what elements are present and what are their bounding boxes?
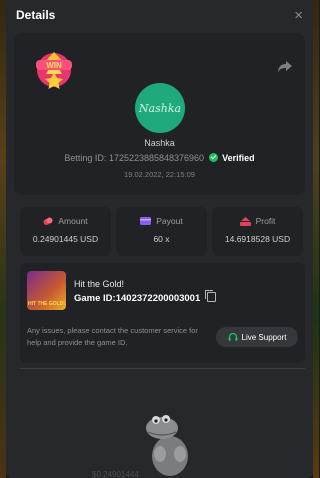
username: Nashka [144, 138, 175, 148]
stat-payout-value: 60 x [153, 234, 170, 244]
verified-label: Verified [222, 153, 255, 163]
betting-id-value: 1725223885848376960 [108, 153, 205, 163]
win-badge-text: WIN [46, 61, 62, 70]
profit-icon [239, 216, 251, 226]
avatar-label: Nashka [138, 101, 182, 115]
coins-icon [43, 217, 53, 225]
game-thumbnail[interactable]: HIT THE GOLD! [27, 271, 66, 310]
card-icon [140, 217, 152, 225]
live-support-button[interactable]: Live Support [216, 327, 298, 347]
betting-id-label: Betting ID: [64, 153, 107, 163]
close-icon[interactable]: × [294, 8, 303, 23]
modal-title: Details [16, 8, 56, 22]
background-bet-peek: $0.24901444 [92, 470, 139, 478]
stats-row: Amount 0.24901445 USD Payout 60 x Profit… [20, 207, 305, 256]
support-note: Any issues, please contact the customer … [27, 326, 198, 347]
game-id-row: Game ID:1402372200003001 [74, 290, 216, 304]
game-info-card: HIT THE GOLD! Hit the Gold! Game ID:1402… [20, 263, 305, 363]
betting-id-row: Betting ID: 1725223885848376960 Verified [14, 153, 305, 163]
live-support-label: Live Support [241, 332, 287, 342]
avatar: Nashka [135, 83, 185, 133]
copy-icon[interactable] [204, 290, 216, 302]
share-icon[interactable] [277, 60, 293, 74]
stat-amount-value: 0.24901445 USD [32, 234, 99, 244]
stat-amount-label: Amount [58, 216, 88, 226]
game-name: Hit the Gold! [74, 279, 125, 289]
bet-datetime: 19.02.2022, 22:15:09 [124, 170, 195, 179]
headset-icon [228, 332, 238, 341]
verified-check-icon [208, 153, 218, 162]
win-badge-icon: WIN [36, 52, 72, 89]
game-id-label: Game ID: [74, 293, 116, 304]
game-id-value: 1402372200003001 [115, 293, 201, 304]
stat-profit: Profit 14.6918528 USD [212, 207, 303, 256]
modal-header: Details × [6, 0, 313, 30]
stat-amount: Amount 0.24901445 USD [20, 207, 111, 256]
stat-profit-label: Profit [255, 216, 276, 226]
divider [20, 368, 305, 369]
stat-profit-value: 14.6918528 USD [224, 234, 291, 244]
bet-details-modal: Details × WIN Nashka Nashka Betting ID: … [6, 0, 313, 478]
stat-payout: Payout 60 x [116, 207, 207, 256]
crocodile-mascot-icon [146, 415, 188, 476]
background-game-right [313, 0, 319, 478]
game-thumbnail-text: HIT THE GOLD! [28, 301, 65, 307]
bet-summary-card: WIN Nashka Nashka Betting ID: 1725223885… [14, 33, 305, 195]
stat-payout-label: Payout [156, 216, 183, 226]
